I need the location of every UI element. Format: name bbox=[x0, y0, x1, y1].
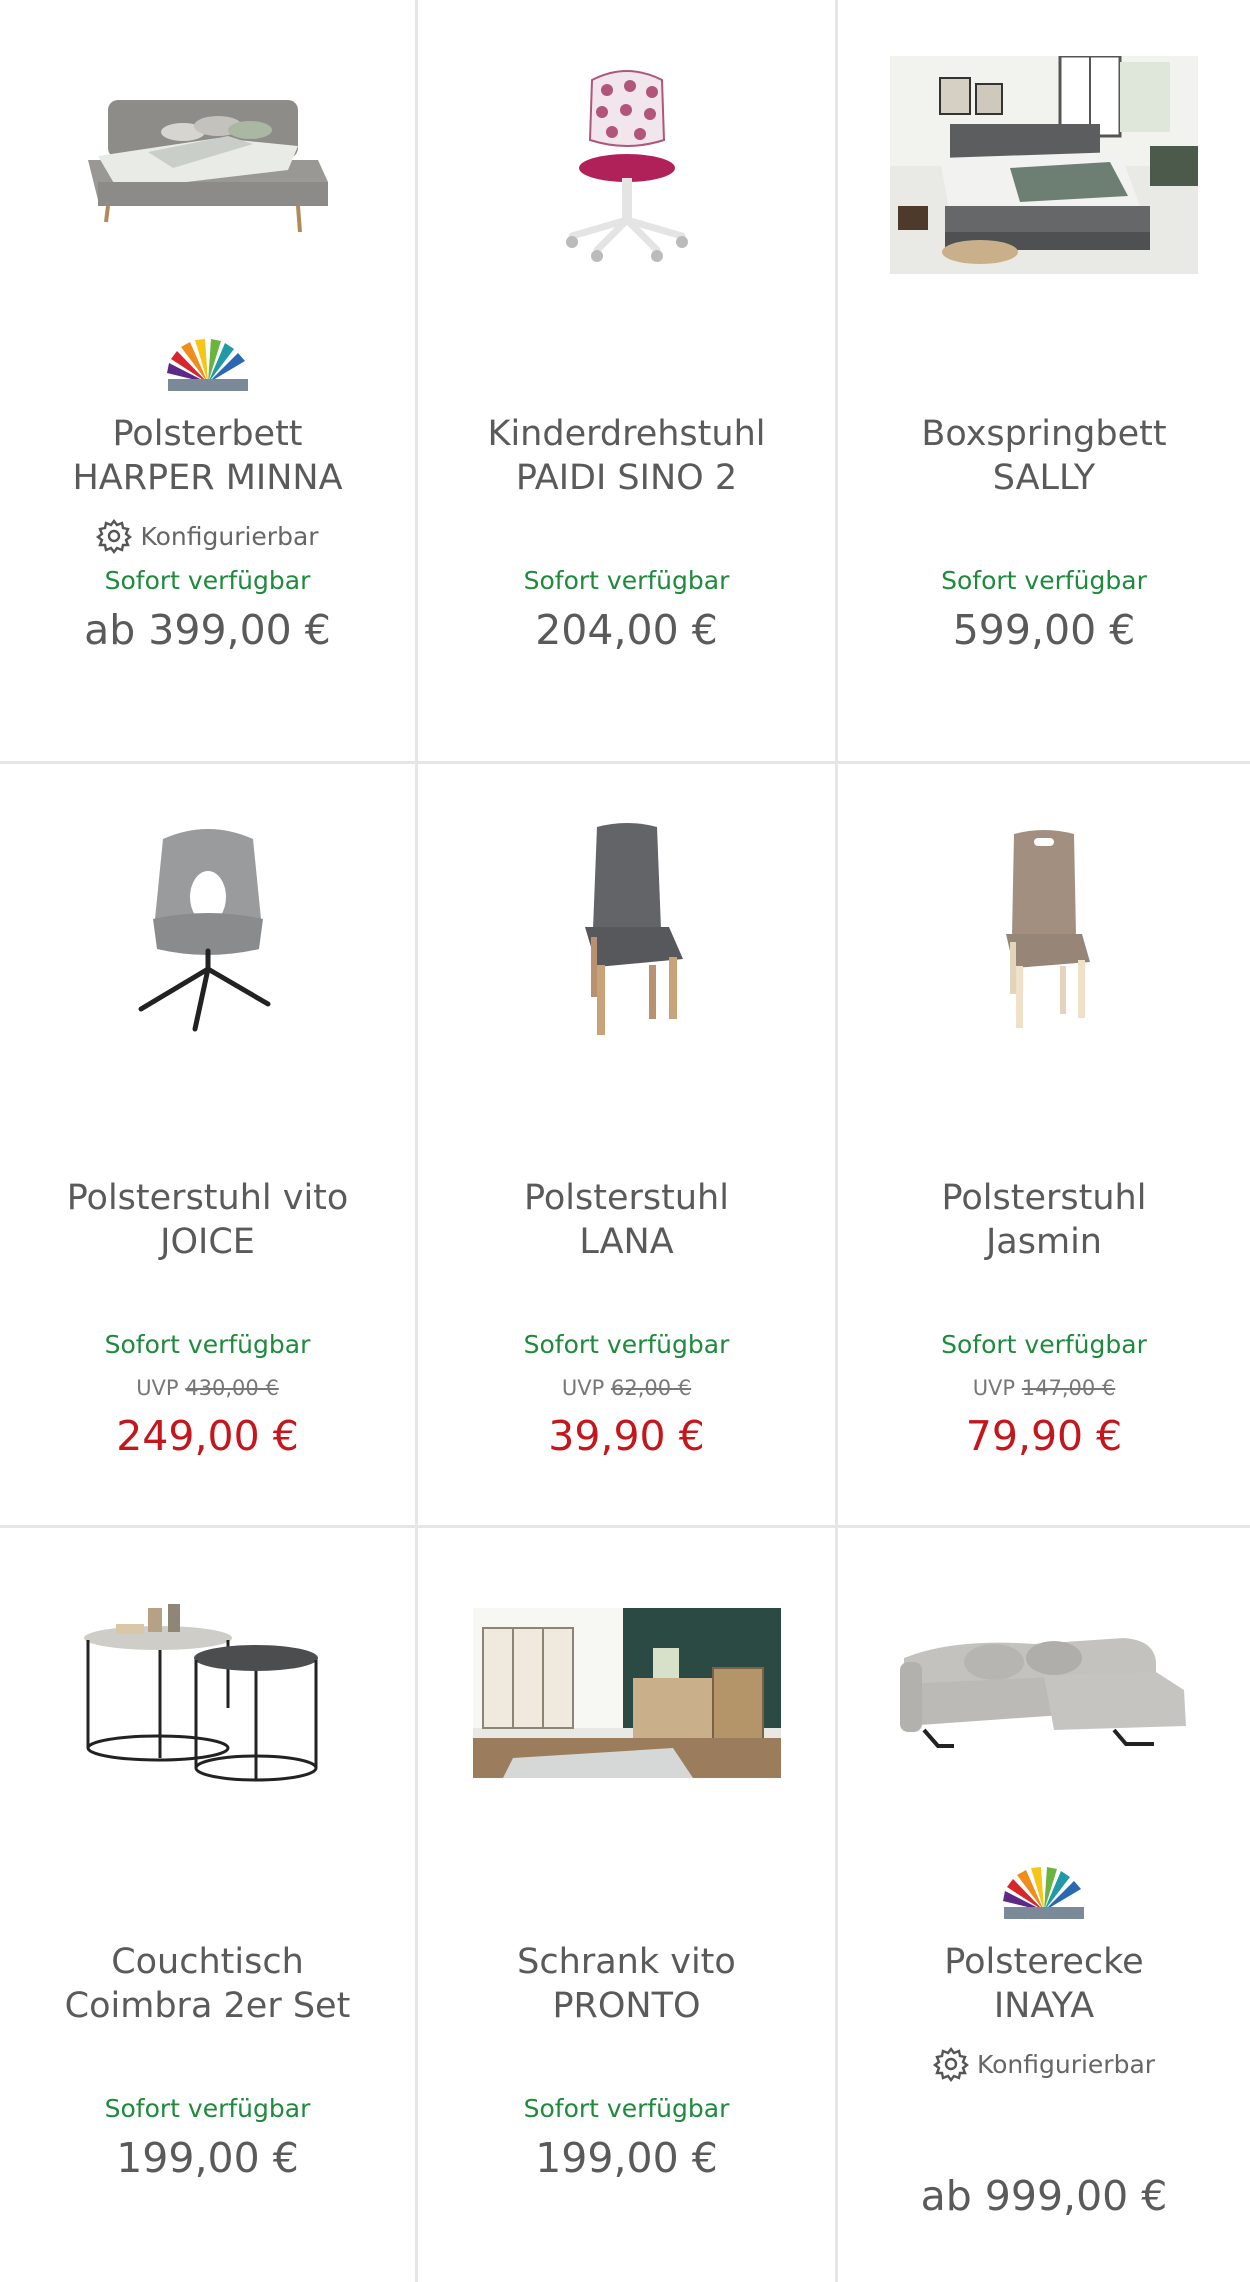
product-card[interactable]: Boxspringbett SALLY Sofort verfügbar 599,… bbox=[838, 0, 1250, 764]
availability-label: Sofort verfügbar bbox=[941, 566, 1147, 595]
availability-label: Sofort verfügbar bbox=[104, 1330, 311, 1359]
product-image-chair-jasmin[interactable] bbox=[838, 814, 1250, 1044]
uvp-price: UVP 430,00 € bbox=[136, 1376, 279, 1400]
sale-price: 249,00 € bbox=[116, 1412, 299, 1460]
product-image-cabinet-set[interactable] bbox=[418, 1578, 835, 1808]
product-title[interactable]: Polsterstuhl vito JOICE bbox=[10, 1176, 405, 1264]
product-title[interactable]: Polsterbett HARPER MINNA bbox=[10, 412, 405, 500]
uvp-price: UVP 62,00 € bbox=[561, 1376, 692, 1400]
product-title[interactable]: Polsterstuhl LANA bbox=[428, 1176, 825, 1264]
sale-price: 39,90 € bbox=[548, 1412, 705, 1460]
gear-icon bbox=[932, 2047, 969, 2082]
product-title[interactable]: Kinderdrehstuhl PAIDI SINO 2 bbox=[428, 412, 825, 500]
product-title[interactable]: Couchtisch Coimbra 2er Set bbox=[10, 1940, 405, 2028]
product-card[interactable]: Polsterstuhl vito JOICE Sofort verfügbar … bbox=[0, 764, 418, 1528]
product-card[interactable]: Kinderdrehstuhl PAIDI SINO 2 Sofort verfü… bbox=[418, 0, 838, 764]
configurable-badge: Konfigurierbar bbox=[0, 516, 415, 556]
product-image-corner-sofa[interactable] bbox=[838, 1578, 1250, 1808]
product-title[interactable]: Polsterecke INAYA bbox=[848, 1940, 1240, 2028]
price-label: ab 399,00 € bbox=[84, 606, 331, 654]
configurable-label: Konfigurierbar bbox=[976, 2049, 1156, 2079]
product-image-bed[interactable] bbox=[0, 50, 415, 280]
availability-label: Sofort verfügbar bbox=[523, 566, 730, 595]
brand-logo bbox=[838, 1866, 1250, 1922]
configurable-label: Konfigurierbar bbox=[140, 521, 319, 551]
uvp-price: UVP 147,00 € bbox=[972, 1376, 1116, 1400]
product-image-chair-joice[interactable] bbox=[0, 814, 415, 1044]
sale-price: 79,90 € bbox=[965, 1412, 1123, 1460]
product-grid: Polsterbett HARPER MINNA Konfigurierbar S… bbox=[0, 0, 1250, 2282]
product-card[interactable]: Schrank vito PRONTO Sofort verfügbar 199,… bbox=[418, 1528, 838, 2282]
product-card[interactable]: Polsterstuhl LANA Sofort verfügbar UVP 62… bbox=[418, 764, 838, 1528]
configurable-badge: Konfigurierbar bbox=[838, 2044, 1250, 2084]
price-label: 599,00 € bbox=[952, 606, 1136, 654]
product-title[interactable]: Boxspringbett SALLY bbox=[848, 412, 1240, 500]
availability-label: Sofort verfügbar bbox=[104, 566, 311, 595]
product-card[interactable]: Polsterbett HARPER MINNA Konfigurierbar S… bbox=[0, 0, 418, 764]
product-title[interactable]: Polsterstuhl Jasmin bbox=[848, 1176, 1240, 1264]
availability-label: Sofort verfügbar bbox=[104, 2094, 311, 2123]
price-label: 199,00 € bbox=[535, 2134, 718, 2182]
product-image-boxspring-bed[interactable] bbox=[838, 50, 1250, 280]
brand-logo bbox=[0, 338, 415, 394]
product-card[interactable]: Polsterecke INAYA Konfigurierbar ab 999,0… bbox=[838, 1528, 1250, 2282]
product-image-chair-lana[interactable] bbox=[418, 814, 835, 1044]
price-label: 204,00 € bbox=[535, 606, 718, 654]
price-label: 199,00 € bbox=[116, 2134, 299, 2182]
availability-label: Sofort verfügbar bbox=[941, 1330, 1147, 1359]
product-image-kids-chair[interactable] bbox=[418, 50, 835, 280]
product-card[interactable]: Polsterstuhl Jasmin Sofort verfügbar UVP … bbox=[838, 764, 1250, 1528]
gear-icon bbox=[96, 519, 133, 554]
price-label: ab 999,00 € bbox=[920, 2172, 1168, 2220]
availability-label: Sofort verfügbar bbox=[523, 2094, 730, 2123]
product-title[interactable]: Schrank vito PRONTO bbox=[428, 1940, 825, 2028]
product-image-coffee-tables[interactable] bbox=[0, 1578, 415, 1808]
availability-label: Sofort verfügbar bbox=[523, 1330, 730, 1359]
product-card[interactable]: Couchtisch Coimbra 2er Set Sofort verfügb… bbox=[0, 1528, 418, 2282]
